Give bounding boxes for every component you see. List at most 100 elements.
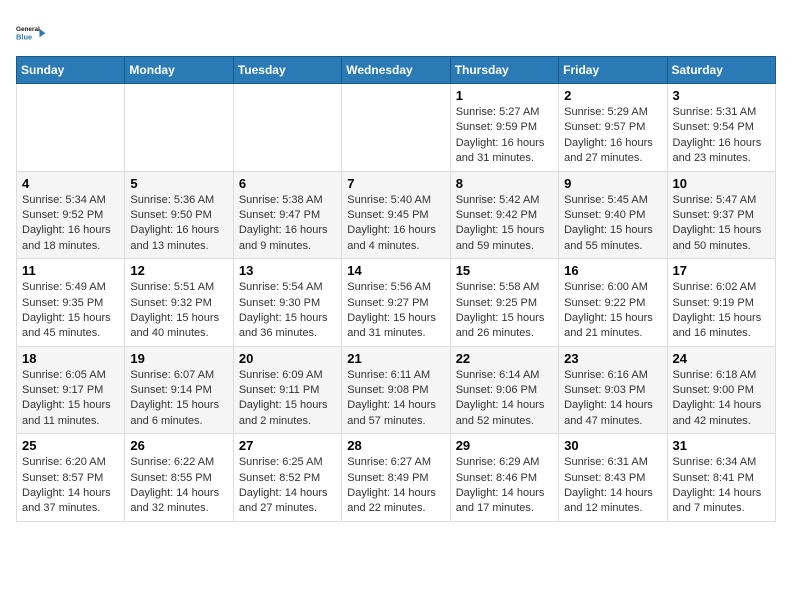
week-row-2: 4Sunrise: 5:34 AMSunset: 9:52 PMDaylight… [17, 171, 776, 259]
calendar-cell: 18 Sunrise: 6:05 AMSunset: 9:17 PMDayligh… [17, 346, 125, 434]
weekday-header-tuesday: Tuesday [233, 57, 341, 84]
day-info: Sunrise: 6:05 AMSunset: 9:17 PMDaylight:… [22, 368, 119, 430]
calendar-cell [233, 84, 341, 172]
day-number: 14 [347, 263, 444, 278]
day-number: 22 [456, 351, 553, 366]
calendar-cell: 27Sunrise: 6:25 AMSunset: 8:52 PMDayligh… [233, 434, 341, 522]
calendar-cell: 6 Sunrise: 5:38 AMSunset: 9:47 PMDaylight… [233, 171, 341, 259]
day-number: 2 [564, 88, 661, 103]
calendar-cell: 3 Sunrise: 5:31 AMSunset: 9:54 PMDaylight… [667, 84, 775, 172]
day-info: Sunrise: 6:27 AMSunset: 8:49 PMDaylight:… [347, 455, 444, 517]
calendar-cell: 28Sunrise: 6:27 AMSunset: 8:49 PMDayligh… [342, 434, 450, 522]
day-info: Sunrise: 5:58 AMSunset: 9:25 PMDaylight:… [456, 280, 553, 342]
day-number: 18 [22, 351, 119, 366]
svg-text:Blue: Blue [16, 32, 32, 41]
calendar-cell: 4Sunrise: 5:34 AMSunset: 9:52 PMDaylight… [17, 171, 125, 259]
day-number: 15 [456, 263, 553, 278]
calendar-cell [342, 84, 450, 172]
day-info: Sunrise: 6:07 AMSunset: 9:14 PMDaylight:… [130, 368, 227, 430]
day-number: 21 [347, 351, 444, 366]
svg-text:General: General [16, 26, 40, 33]
calendar-cell: 22 Sunrise: 6:14 AMSunset: 9:06 PMDayligh… [450, 346, 558, 434]
calendar-cell: 12 Sunrise: 5:51 AMSunset: 9:32 PMDayligh… [125, 259, 233, 347]
day-info: Sunrise: 5:38 AMSunset: 9:47 PMDaylight:… [239, 193, 336, 255]
calendar-cell: 13 Sunrise: 5:54 AMSunset: 9:30 PMDayligh… [233, 259, 341, 347]
day-info: Sunrise: 5:47 AMSunset: 9:37 PMDaylight:… [673, 193, 770, 255]
calendar-cell: 15 Sunrise: 5:58 AMSunset: 9:25 PMDayligh… [450, 259, 558, 347]
day-number: 11 [22, 263, 119, 278]
day-info: Sunrise: 5:49 AMSunset: 9:35 PMDaylight:… [22, 280, 119, 342]
calendar-cell: 30Sunrise: 6:31 AMSunset: 8:43 PMDayligh… [559, 434, 667, 522]
day-number: 4 [22, 176, 119, 191]
day-number: 6 [239, 176, 336, 191]
day-number: 12 [130, 263, 227, 278]
calendar-cell: 24 Sunrise: 6:18 AMSunset: 9:00 PMDayligh… [667, 346, 775, 434]
day-number: 20 [239, 351, 336, 366]
day-number: 13 [239, 263, 336, 278]
day-number: 9 [564, 176, 661, 191]
day-info: Sunrise: 6:31 AMSunset: 8:43 PMDaylight:… [564, 455, 661, 517]
day-info: Sunrise: 5:45 AMSunset: 9:40 PMDaylight:… [564, 193, 661, 255]
day-info: Sunrise: 6:00 AMSunset: 9:22 PMDaylight:… [564, 280, 661, 342]
calendar-cell: 29 Sunrise: 6:29 AMSunset: 8:46 PMDayligh… [450, 434, 558, 522]
day-number: 16 [564, 263, 661, 278]
day-number: 31 [673, 438, 770, 453]
calendar-cell: 10 Sunrise: 5:47 AMSunset: 9:37 PMDayligh… [667, 171, 775, 259]
day-number: 26 [130, 438, 227, 453]
day-number: 8 [456, 176, 553, 191]
calendar-cell: 25 Sunrise: 6:20 AMSunset: 8:57 PMDayligh… [17, 434, 125, 522]
day-info: Sunrise: 6:29 AMSunset: 8:46 PMDaylight:… [456, 455, 553, 517]
calendar-cell [125, 84, 233, 172]
day-number: 29 [456, 438, 553, 453]
day-info: Sunrise: 6:20 AMSunset: 8:57 PMDaylight:… [22, 455, 119, 517]
weekday-header-monday: Monday [125, 57, 233, 84]
logo-icon: GeneralBlue [16, 16, 48, 48]
weekday-header-friday: Friday [559, 57, 667, 84]
day-number: 19 [130, 351, 227, 366]
day-info: Sunrise: 6:14 AMSunset: 9:06 PMDaylight:… [456, 368, 553, 430]
day-info: Sunrise: 6:09 AMSunset: 9:11 PMDaylight:… [239, 368, 336, 430]
weekday-header-thursday: Thursday [450, 57, 558, 84]
calendar-cell: 19 Sunrise: 6:07 AMSunset: 9:14 PMDayligh… [125, 346, 233, 434]
weekday-header-sunday: Sunday [17, 57, 125, 84]
calendar-cell: 2 Sunrise: 5:29 AMSunset: 9:57 PMDaylight… [559, 84, 667, 172]
weekday-header-row: SundayMondayTuesdayWednesdayThursdayFrid… [17, 57, 776, 84]
day-number: 10 [673, 176, 770, 191]
week-row-4: 18 Sunrise: 6:05 AMSunset: 9:17 PMDayligh… [17, 346, 776, 434]
day-number: 7 [347, 176, 444, 191]
day-info: Sunrise: 6:18 AMSunset: 9:00 PMDaylight:… [673, 368, 770, 430]
day-number: 5 [130, 176, 227, 191]
day-info: Sunrise: 6:02 AMSunset: 9:19 PMDaylight:… [673, 280, 770, 342]
calendar-cell: 11 Sunrise: 5:49 AMSunset: 9:35 PMDayligh… [17, 259, 125, 347]
day-info: Sunrise: 5:36 AMSunset: 9:50 PMDaylight:… [130, 193, 227, 255]
week-row-1: 1 Sunrise: 5:27 AMSunset: 9:59 PMDaylight… [17, 84, 776, 172]
day-info: Sunrise: 6:16 AMSunset: 9:03 PMDaylight:… [564, 368, 661, 430]
calendar-cell [17, 84, 125, 172]
calendar-cell: 26 Sunrise: 6:22 AMSunset: 8:55 PMDayligh… [125, 434, 233, 522]
logo: GeneralBlue [16, 16, 48, 48]
day-number: 3 [673, 88, 770, 103]
day-info: Sunrise: 5:29 AMSunset: 9:57 PMDaylight:… [564, 105, 661, 167]
day-info: Sunrise: 6:25 AMSunset: 8:52 PMDaylight:… [239, 455, 336, 517]
calendar-cell: 1 Sunrise: 5:27 AMSunset: 9:59 PMDaylight… [450, 84, 558, 172]
calendar-cell: 7Sunrise: 5:40 AMSunset: 9:45 PMDaylight… [342, 171, 450, 259]
day-info: Sunrise: 5:31 AMSunset: 9:54 PMDaylight:… [673, 105, 770, 167]
calendar-cell: 5 Sunrise: 5:36 AMSunset: 9:50 PMDaylight… [125, 171, 233, 259]
calendar-cell: 23 Sunrise: 6:16 AMSunset: 9:03 PMDayligh… [559, 346, 667, 434]
week-row-5: 25 Sunrise: 6:20 AMSunset: 8:57 PMDayligh… [17, 434, 776, 522]
day-info: Sunrise: 5:54 AMSunset: 9:30 PMDaylight:… [239, 280, 336, 342]
calendar-cell: 21Sunrise: 6:11 AMSunset: 9:08 PMDayligh… [342, 346, 450, 434]
calendar-cell: 20 Sunrise: 6:09 AMSunset: 9:11 PMDayligh… [233, 346, 341, 434]
calendar-cell: 8Sunrise: 5:42 AMSunset: 9:42 PMDaylight… [450, 171, 558, 259]
day-number: 1 [456, 88, 553, 103]
day-number: 25 [22, 438, 119, 453]
weekday-header-saturday: Saturday [667, 57, 775, 84]
day-number: 24 [673, 351, 770, 366]
calendar-cell: 16 Sunrise: 6:00 AMSunset: 9:22 PMDayligh… [559, 259, 667, 347]
day-info: Sunrise: 6:22 AMSunset: 8:55 PMDaylight:… [130, 455, 227, 517]
day-info: Sunrise: 5:27 AMSunset: 9:59 PMDaylight:… [456, 105, 553, 167]
day-info: Sunrise: 5:51 AMSunset: 9:32 PMDaylight:… [130, 280, 227, 342]
calendar-cell: 14Sunrise: 5:56 AMSunset: 9:27 PMDayligh… [342, 259, 450, 347]
day-number: 23 [564, 351, 661, 366]
day-info: Sunrise: 6:34 AMSunset: 8:41 PMDaylight:… [673, 455, 770, 517]
